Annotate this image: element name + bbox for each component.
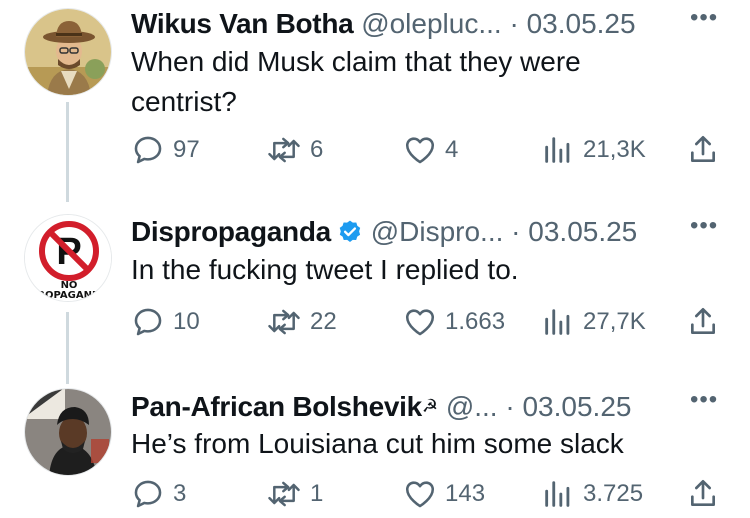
display-name[interactable]: Dispropaganda — [131, 216, 331, 247]
views-button[interactable]: 27,7K — [541, 304, 646, 340]
more-options-icon[interactable]: ••• — [690, 214, 718, 238]
share-button[interactable] — [687, 476, 719, 512]
reply-count: 10 — [173, 308, 200, 335]
tweet-date[interactable]: 03.05.25 — [522, 391, 631, 422]
repost-count: 6 — [310, 136, 324, 163]
share-icon — [691, 480, 715, 506]
share-button[interactable] — [687, 304, 719, 340]
tweet-2[interactable]: P NO PROPAGANDA Dispropaganda @Dispro...… — [0, 212, 750, 352]
tweet-text: In the fucking tweet I replied to. — [131, 254, 519, 285]
tweet-text: When did Musk claim that they were centr… — [131, 46, 581, 117]
repost-count: 1 — [310, 480, 324, 507]
reply-icon — [134, 480, 162, 508]
user-handle[interactable]: @olepluc... — [361, 8, 502, 39]
separator-dot: · — [505, 391, 515, 422]
tweet-header: Dispropaganda @Dispro... · 03.05.25 — [131, 214, 691, 250]
reply-count: 97 — [173, 136, 200, 163]
separator-dot: · — [511, 216, 521, 247]
like-button[interactable]: 1.663 — [403, 304, 505, 340]
view-count: 27,7K — [583, 308, 646, 335]
like-count: 143 — [445, 480, 486, 507]
tweet-date[interactable]: 03.05.25 — [527, 8, 636, 39]
repost-button[interactable]: 1 — [266, 476, 323, 512]
repost-icon — [268, 309, 300, 335]
reply-button[interactable]: 10 — [131, 304, 200, 340]
like-button[interactable]: 143 — [403, 476, 485, 512]
tweet-date[interactable]: 03.05.25 — [528, 216, 637, 247]
like-button[interactable]: 4 — [403, 132, 458, 168]
reply-icon — [134, 136, 162, 164]
share-icon — [691, 308, 715, 334]
user-handle[interactable]: @Dispro... — [371, 216, 504, 247]
separator-dot: · — [509, 8, 519, 39]
tweet-text: He’s from Louisiana cut him some slack — [131, 428, 624, 459]
tweet-actions: 10 22 1.663 27,7K — [131, 304, 731, 340]
display-name[interactable]: Wikus Van Botha — [131, 8, 354, 39]
reply-button[interactable]: 97 — [131, 132, 200, 168]
like-count: 4 — [445, 136, 459, 163]
heart-icon — [405, 137, 435, 164]
tweet-header: Pan-African Bolshevik☭ @... · 03.05.25 — [131, 388, 691, 425]
avatar-pan-african-bolshevik[interactable] — [24, 388, 112, 476]
views-button[interactable]: 21,3K — [541, 132, 646, 168]
more-options-icon[interactable]: ••• — [690, 388, 718, 412]
verified-badge-icon[interactable] — [337, 219, 363, 245]
heart-icon — [405, 309, 435, 336]
tweet-actions: 3 1 143 3.725 — [131, 476, 731, 512]
tweet-header: Wikus Van Botha @olepluc... · 03.05.25 — [131, 6, 691, 42]
tweet-3[interactable]: Pan-African Bolshevik☭ @... · 03.05.25 •… — [0, 386, 750, 518]
tweet-actions: 97 6 4 21,3K — [131, 132, 731, 168]
view-count: 21,3K — [583, 136, 646, 163]
heart-icon — [405, 481, 435, 508]
more-options-icon[interactable]: ••• — [690, 6, 718, 30]
cowboy-avatar-illustration — [25, 9, 111, 95]
avatar-dispropaganda[interactable]: P NO PROPAGANDA — [24, 214, 112, 302]
repost-icon — [268, 481, 300, 507]
repost-button[interactable]: 6 — [266, 132, 323, 168]
tweet-1[interactable]: Wikus Van Botha @olepluc... · 03.05.25 •… — [0, 4, 750, 179]
reply-count: 3 — [173, 480, 187, 507]
views-icon — [545, 137, 570, 163]
display-name[interactable]: Pan-African Bolshevik — [131, 391, 422, 422]
share-button[interactable] — [687, 132, 719, 168]
views-button[interactable]: 3.725 — [541, 476, 643, 512]
protester-photo-avatar — [25, 389, 111, 475]
like-count: 1.663 — [445, 308, 506, 335]
hammer-sickle-emoji: ☭ — [421, 396, 439, 416]
views-icon — [545, 481, 570, 507]
repost-icon — [268, 137, 300, 163]
view-count: 3.725 — [583, 480, 644, 507]
user-handle[interactable]: @... — [446, 391, 498, 422]
avatar-wikus[interactable] — [24, 8, 112, 96]
share-icon — [691, 136, 715, 162]
views-icon — [545, 309, 570, 335]
repost-button[interactable]: 22 — [266, 304, 337, 340]
avatar-caption: NO PROPAGANDA — [29, 280, 109, 301]
repost-count: 22 — [310, 308, 337, 335]
reply-icon — [134, 308, 162, 336]
reply-button[interactable]: 3 — [131, 476, 186, 512]
